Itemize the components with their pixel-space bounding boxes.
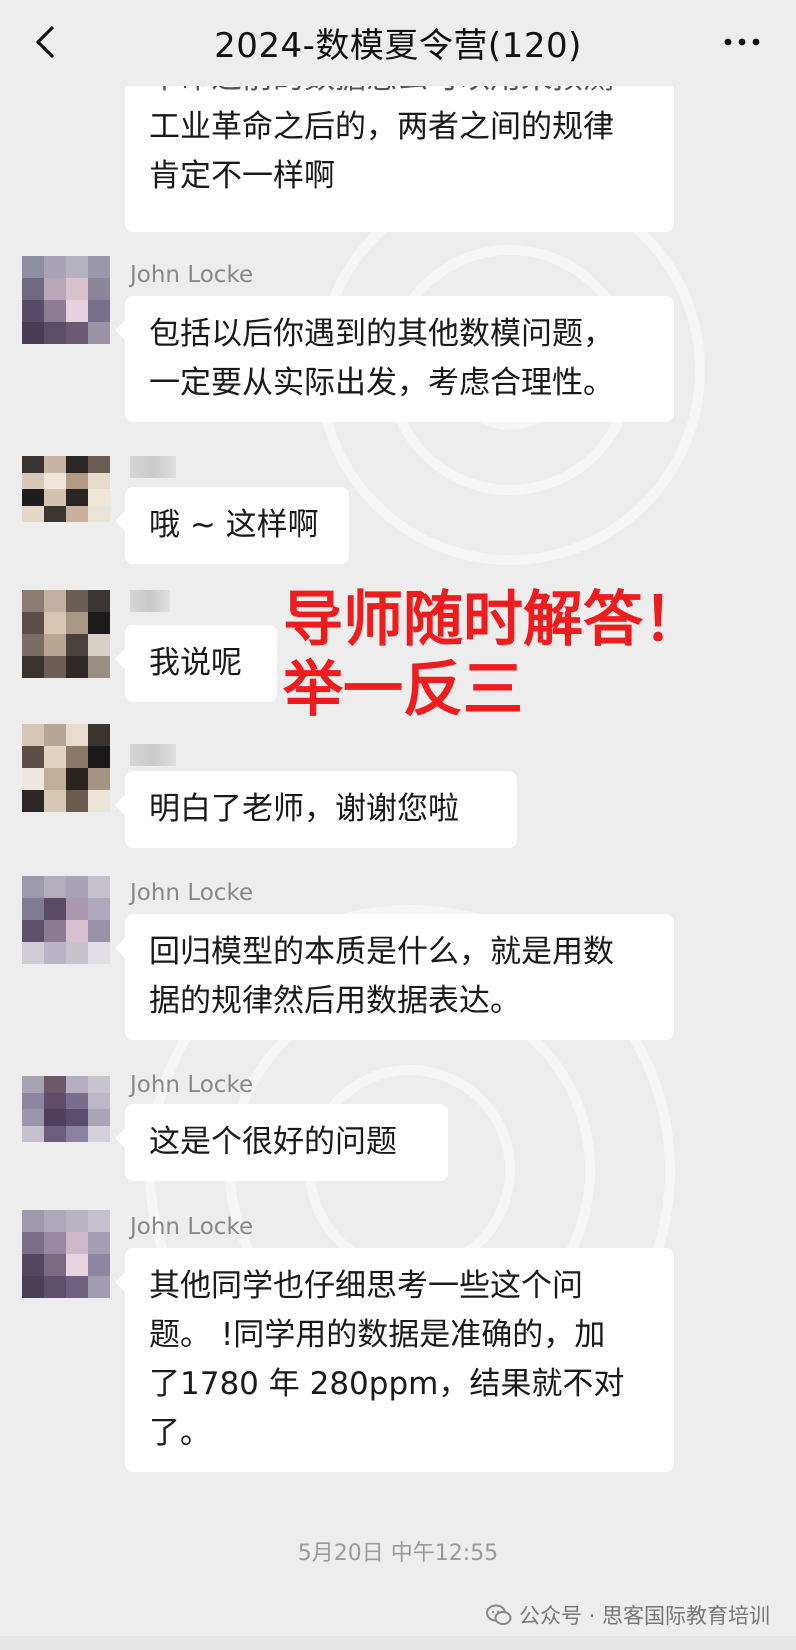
message-text-line: 哦 ~ 这样啊 [149, 507, 319, 543]
message-text-line: 题。 !同学用的数据是准确的，加 [149, 1317, 606, 1353]
message-bubble[interactable]: 哦 ~ 这样啊 [115, 487, 349, 564]
avatar[interactable] [22, 256, 110, 344]
sender-name: John Locke [130, 1214, 254, 1240]
message-text-line: 了1780 年 280ppm，结果就不对 [149, 1366, 625, 1402]
message-text-line: 肯定不一样啊 [149, 158, 335, 194]
footer-watermark: 公众号 · 思客国际教育培训 [485, 1600, 770, 1630]
message-bubble[interactable]: 革命之前的数据怎么可以用来预测 工业革命之后的，两者之间的规律 肯定不一样啊 [125, 60, 674, 232]
sender-name-blurred [130, 456, 176, 478]
message-bubble[interactable]: 这是个很好的问题 [115, 1104, 448, 1181]
chat-title: 2024-数模夏令营(120) [214, 26, 582, 66]
message-bubble[interactable]: 回归模型的本质是什么，就是用数 据的规律然后用数据表达。 [115, 914, 674, 1040]
overlay-line-1: 导师随时解答！ [283, 585, 703, 655]
message-text-line: 据的规律然后用数据表达。 [149, 983, 521, 1019]
sender-name: John Locke [130, 262, 254, 288]
message-bubble[interactable]: 我说呢 [115, 625, 277, 702]
message-text-line: 其他同学也仔细思考一些这个问 [149, 1268, 583, 1304]
avatar[interactable] [22, 876, 110, 964]
promo-overlay: 导师随时解答！ 举一反三 [283, 585, 703, 725]
message-text-line: 了。 [149, 1415, 211, 1451]
more-dots-icon[interactable] [718, 22, 766, 62]
sender-name: John Locke [130, 1072, 254, 1098]
sender-name: John Locke [130, 880, 254, 906]
message-text-line: 我说呢 [149, 645, 242, 681]
overlay-line-2: 举一反三 [283, 655, 523, 725]
input-bar-edge [0, 1636, 796, 1650]
message-text-line: 包括以后你遇到的其他数模问题， [149, 316, 614, 352]
avatar[interactable] [22, 1210, 110, 1298]
avatar[interactable] [22, 724, 110, 812]
wechat-icon [485, 1604, 512, 1625]
message-text-line: 明白了老师，谢谢您啦 [149, 791, 459, 827]
message-text-line: 回归模型的本质是什么，就是用数 [149, 934, 614, 970]
footer-watermark-text: 公众号 · 思客国际教育培训 [518, 1604, 770, 1628]
sender-name-blurred [130, 590, 170, 612]
message-bubble[interactable]: 包括以后你遇到的其他数模问题， 一定要从实际出发，考虑合理性。 [115, 296, 674, 422]
sender-name-blurred [130, 744, 176, 766]
chat-timestamp: 5月20日 中午12:55 [297, 1541, 499, 1566]
message-text-line: 工业革命之后的，两者之间的规律 [149, 109, 614, 145]
avatar[interactable] [22, 456, 110, 522]
message-text-line: 这是个很好的问题 [149, 1124, 397, 1160]
avatar[interactable] [22, 1076, 110, 1142]
avatar[interactable] [22, 590, 110, 678]
message-bubble[interactable]: 明白了老师，谢谢您啦 [115, 771, 517, 848]
message-text-line: 一定要从实际出发，考虑合理性。 [149, 365, 614, 401]
chat-header: 2024-数模夏令营(120) [0, 0, 796, 86]
message-bubble[interactable]: 其他同学也仔细思考一些这个问 题。 !同学用的数据是准确的，加 了1780 年 … [115, 1248, 674, 1472]
